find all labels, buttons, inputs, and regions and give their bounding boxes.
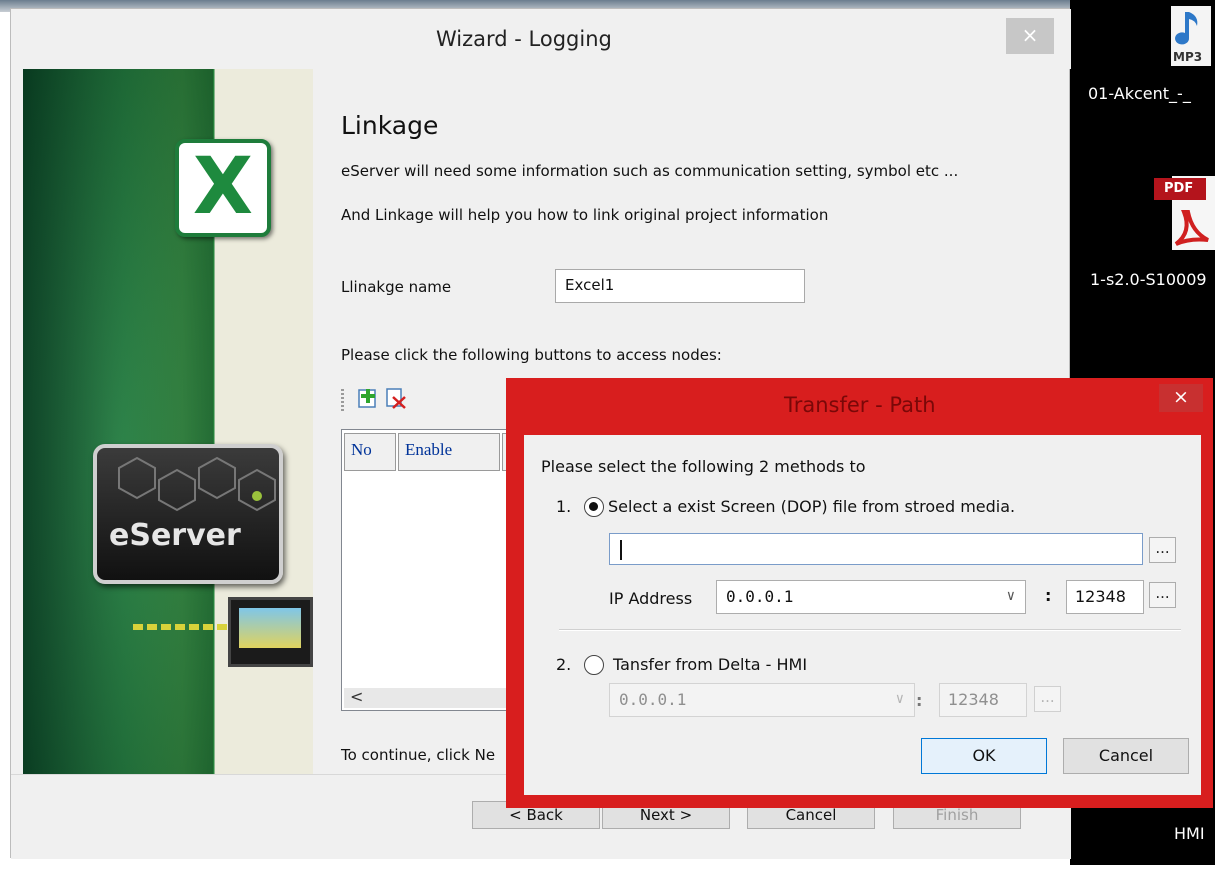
port-input[interactable]: 12348 [1066, 580, 1144, 614]
grid-column-enable[interactable]: Enable [398, 433, 500, 471]
eserver-product-box: eServer [93, 444, 283, 584]
wizard-close-button[interactable]: × [1006, 18, 1054, 54]
transfer-body: Please select the following 2 methods to… [524, 435, 1201, 795]
transfer-path-dialog: Transfer - Path × Please select the foll… [506, 378, 1213, 808]
ip-address-label: IP Address [609, 589, 693, 608]
ip-address-value: 0.0.0.1 [726, 587, 794, 606]
eserver-logo-text: eServer [109, 518, 241, 553]
linkage-name-input[interactable]: Excel1 [555, 269, 805, 303]
option-2-radio[interactable] [584, 655, 604, 675]
pdf-badge: PDF [1164, 181, 1194, 196]
wizard-title: Wizard - Logging [436, 27, 612, 51]
excel-logo-icon: X [175, 139, 271, 237]
transfer-cancel-button[interactable]: Cancel [1063, 738, 1189, 774]
close-icon: × [1021, 23, 1039, 47]
transfer-prompt: Please select the following 2 methods to [541, 457, 866, 476]
hmi-ip-select: 0.0.0.1 ∨ [609, 683, 915, 717]
hmi-ip-value: 0.0.0.1 [619, 690, 687, 709]
hexagon-pattern-icon [118, 456, 276, 512]
description-line-1: eServer will need some information such … [341, 162, 959, 180]
transfer-close-button[interactable]: × [1159, 384, 1203, 412]
transfer-title: Transfer - Path [784, 393, 936, 417]
toolbar-grip [341, 389, 344, 413]
hmi-panel-icon [228, 597, 313, 667]
page-title: Linkage [341, 111, 439, 140]
hmi-port-separator: : [916, 691, 923, 710]
grid-column-no[interactable]: No [344, 433, 396, 471]
continue-instruction: To continue, click Ne [341, 746, 496, 764]
desktop-icon-label-hmi[interactable]: HMI [1174, 824, 1205, 843]
port-separator: : [1045, 586, 1052, 605]
wizard-side-banner: X eServer [23, 69, 313, 774]
text-caret [620, 540, 622, 560]
description-line-2: And Linkage will help you how to link or… [341, 206, 829, 224]
scroll-left-arrow-icon[interactable]: < [350, 687, 363, 706]
transfer-title-bar[interactable]: Transfer - Path × [506, 378, 1213, 424]
dop-file-path-input[interactable] [609, 533, 1143, 565]
wizard-title-bar[interactable]: Wizard - Logging × [11, 9, 1071, 69]
chevron-down-icon[interactable]: ∨ [1007, 588, 1015, 604]
desktop-icon-mp3[interactable]: MP3 [1165, 4, 1215, 68]
ok-button[interactable]: OK [921, 738, 1047, 774]
close-icon: × [1173, 386, 1189, 408]
browse-file-button[interactable]: ... [1149, 537, 1176, 563]
hmi-options-button: ... [1034, 686, 1061, 712]
option-1-label[interactable]: Select a exist Screen (DOP) file from st… [608, 497, 1015, 516]
ip-address-select[interactable]: 0.0.0.1 ∨ [716, 580, 1026, 614]
add-node-icon[interactable] [357, 387, 379, 409]
nodes-prompt: Please click the following buttons to ac… [341, 346, 722, 364]
desktop-icon-label-pdf[interactable]: 1-s2.0-S10009 [1090, 270, 1207, 289]
option-1-number: 1. [556, 497, 572, 516]
options-divider [559, 629, 1181, 631]
banner-dashes [133, 624, 228, 630]
linkage-name-label: Llinakge name [341, 278, 452, 296]
hmi-port-input: 12348 [939, 683, 1027, 717]
delete-node-icon[interactable] [385, 387, 407, 409]
option-2-number: 2. [556, 655, 572, 674]
mp3-badge: MP3 [1173, 50, 1203, 64]
port-options-button[interactable]: ... [1149, 582, 1176, 608]
desktop-icon-label-mp3[interactable]: 01-Akcent_-_ [1088, 84, 1191, 103]
option-2-label[interactable]: Tansfer from Delta - HMI [613, 655, 807, 674]
chevron-down-icon: ∨ [895, 691, 904, 707]
desktop-icon-pdf[interactable]: PDF [1154, 172, 1215, 252]
option-1-radio[interactable] [584, 497, 604, 517]
